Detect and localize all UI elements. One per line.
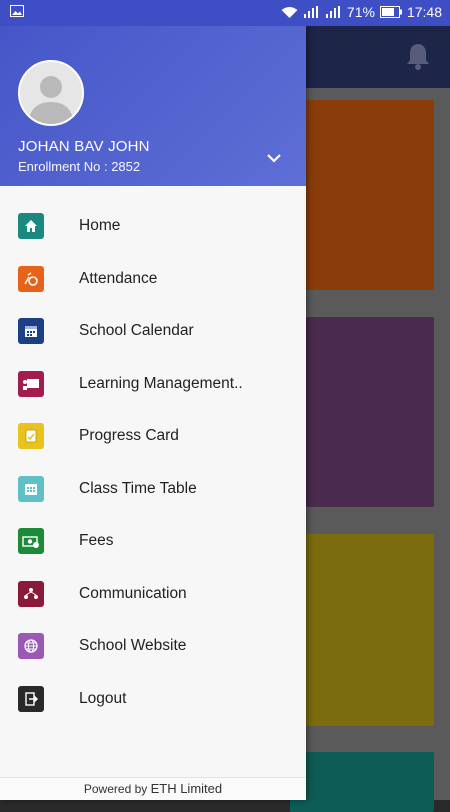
battery-percent: 71% bbox=[346, 4, 375, 20]
menu-label: Fees bbox=[79, 532, 114, 550]
navigation-drawer: JOHAN BAV JOHN Enrollment No : 2852 Home… bbox=[0, 26, 306, 800]
menu-item-school-website[interactable]: School Website bbox=[0, 620, 306, 673]
home-icon bbox=[18, 213, 44, 240]
menu-item-home[interactable]: Home bbox=[0, 200, 306, 253]
powered-by-footer: Powered by ETH Limited bbox=[0, 777, 306, 800]
user-placeholder-icon bbox=[20, 62, 82, 124]
menu-item-progress-card[interactable]: Progress Card bbox=[0, 410, 306, 463]
battery-icon bbox=[379, 6, 402, 18]
enrollment-number: Enrollment No : 2852 bbox=[18, 159, 141, 174]
calendar-icon bbox=[18, 318, 44, 345]
user-name: JOHAN BAV JOHN bbox=[18, 138, 150, 155]
menu-item-school-calendar[interactable]: School Calendar bbox=[0, 305, 306, 358]
menu-label: Progress Card bbox=[79, 427, 179, 445]
menu-item-communication[interactable]: Communication bbox=[0, 568, 306, 621]
menu-label: Communication bbox=[79, 584, 187, 602]
fees-icon bbox=[18, 528, 44, 555]
notification-bell-icon[interactable] bbox=[406, 42, 430, 75]
logout-icon bbox=[18, 685, 44, 712]
menu-label: Home bbox=[79, 217, 121, 235]
communication-icon bbox=[18, 580, 44, 607]
menu-item-class-time-table[interactable]: Class Time Table bbox=[0, 463, 306, 516]
dashboard-tile[interactable] bbox=[290, 752, 434, 812]
chevron-down-icon[interactable] bbox=[266, 150, 282, 168]
drawer-menu: Home Attendance School Calendar Learning… bbox=[0, 186, 306, 725]
menu-label: Logout bbox=[79, 689, 127, 707]
clock: 17:48 bbox=[406, 4, 442, 20]
avatar[interactable] bbox=[18, 60, 84, 126]
dashboard-tile[interactable] bbox=[290, 317, 434, 507]
dashboard-tile[interactable] bbox=[290, 534, 434, 726]
status-bar: 71% 17:48 bbox=[0, 0, 450, 26]
menu-label: School Website bbox=[79, 637, 187, 655]
menu-item-logout[interactable]: Logout bbox=[0, 673, 306, 726]
menu-label: School Calendar bbox=[79, 322, 194, 340]
signal-icon-2 bbox=[325, 6, 342, 18]
menu-label: Attendance bbox=[79, 269, 158, 287]
attendance-icon bbox=[18, 265, 44, 292]
drawer-header: JOHAN BAV JOHN Enrollment No : 2852 bbox=[0, 26, 306, 186]
footer-brand: ETH Limited bbox=[150, 781, 223, 796]
gallery-notification-icon bbox=[10, 5, 24, 17]
menu-label: Class Time Table bbox=[79, 479, 197, 497]
menu-item-attendance[interactable]: Attendance bbox=[0, 253, 306, 306]
wifi-icon bbox=[281, 6, 298, 19]
footer-prefix: Powered by bbox=[83, 782, 148, 796]
menu-label: Learning Management.. bbox=[79, 374, 243, 392]
website-icon bbox=[18, 633, 44, 660]
progress-card-icon bbox=[18, 423, 44, 450]
dashboard-tile[interactable]: s bbox=[290, 100, 434, 290]
timetable-icon bbox=[18, 475, 44, 502]
learning-icon bbox=[18, 370, 44, 397]
menu-item-learning-management[interactable]: Learning Management.. bbox=[0, 358, 306, 411]
menu-item-fees[interactable]: Fees bbox=[0, 515, 306, 568]
signal-icon bbox=[303, 6, 320, 18]
